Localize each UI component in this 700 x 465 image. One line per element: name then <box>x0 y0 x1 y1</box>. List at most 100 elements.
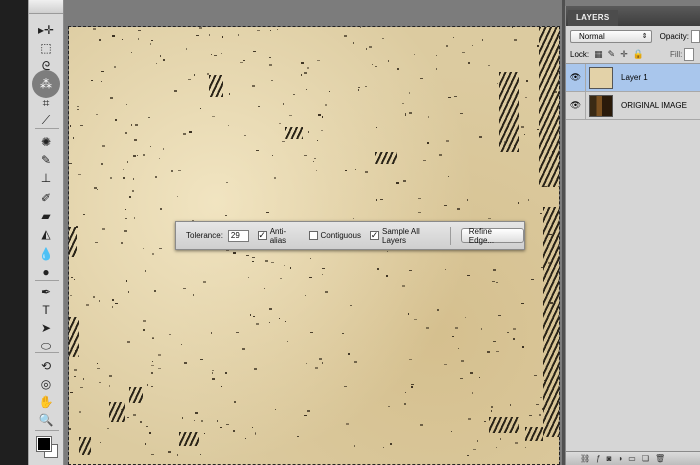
opacity-input[interactable] <box>691 29 700 43</box>
history-brush-icon[interactable]: ✐ <box>34 190 58 206</box>
paper-speck <box>151 40 153 41</box>
paint-bucket-icon[interactable]: ◭ <box>34 226 58 242</box>
paper-speck <box>252 427 253 428</box>
paper-speck <box>150 43 151 45</box>
visibility-eye-icon[interactable]: 👁 <box>566 91 586 120</box>
paper-speck <box>409 112 412 114</box>
paper-speck <box>145 270 146 272</box>
paper-speck <box>158 354 161 356</box>
visibility-eye-icon[interactable]: 👁 <box>566 63 586 92</box>
paper-speck <box>79 411 81 413</box>
layer-style-icon[interactable]: ƒ <box>596 454 600 463</box>
paper-speck <box>439 154 442 156</box>
paper-speck <box>409 270 412 271</box>
anti-alias-checkbox[interactable]: Anti-alias <box>257 227 300 245</box>
type-icon[interactable]: T <box>34 302 58 318</box>
paper-speck <box>181 344 182 345</box>
paper-speck <box>317 60 320 61</box>
paper-speck <box>426 327 429 329</box>
paper-speck <box>382 38 384 39</box>
paper-speck <box>404 403 406 405</box>
paper-speck <box>97 189 98 190</box>
move-tool-icon[interactable]: ▸✛ <box>34 22 58 38</box>
add-mask-icon[interactable]: ◙ <box>607 454 612 463</box>
paper-speck <box>461 360 464 362</box>
blur-icon[interactable]: 💧 <box>34 246 58 262</box>
selected-dark-region <box>79 437 91 455</box>
paper-speck <box>528 199 529 201</box>
lock-transparent-icon[interactable]: ▦ <box>594 49 603 60</box>
blend-mode-arrows-icon: ⇕ <box>641 32 648 40</box>
paper-speck <box>487 351 490 353</box>
paper-speck <box>193 294 194 296</box>
paper-speck <box>457 208 460 210</box>
paper-speck <box>411 384 414 385</box>
paper-speck <box>133 178 134 180</box>
layer-row-layer-1[interactable]: 👁 Layer 1 <box>566 63 700 92</box>
paper-speck <box>329 91 330 92</box>
eyedropper-icon[interactable]: ⟋ <box>34 112 58 128</box>
pen-icon[interactable]: ✒ <box>34 284 58 300</box>
foreground-color-swatch[interactable] <box>36 436 52 452</box>
paper-speck <box>321 130 323 131</box>
paper-speck <box>514 39 517 41</box>
magic-wand-icon[interactable]: ⁂ <box>32 70 60 98</box>
paper-speck <box>124 230 127 232</box>
paper-speck <box>143 154 145 156</box>
paper-speck <box>348 353 350 355</box>
new-group-icon[interactable]: ▭ <box>628 454 636 463</box>
paper-speck <box>467 275 470 276</box>
adjustment-layer-icon[interactable]: ◑ <box>617 454 622 463</box>
new-layer-icon[interactable]: ❏ <box>642 454 649 463</box>
paper-speck <box>133 414 136 416</box>
paper-speck <box>101 163 103 165</box>
contiguous-check-icon[interactable] <box>308 231 318 240</box>
contiguous-checkbox[interactable]: Contiguous <box>308 231 361 240</box>
paper-speck <box>269 57 271 58</box>
tab-layers[interactable]: LAYERS <box>568 10 618 26</box>
paper-speck <box>186 48 187 50</box>
lock-position-icon[interactable]: ✛ <box>620 49 628 60</box>
sample-all-layers-check-icon[interactable] <box>370 231 379 240</box>
paper-speck <box>256 323 259 325</box>
paper-speck <box>402 285 405 287</box>
spot-healing-icon[interactable]: ✺ <box>34 134 58 150</box>
layer-row-original-image[interactable]: 👁 ORIGINAL IMAGE <box>566 91 700 120</box>
crop-icon[interactable]: ⌗ <box>34 95 58 111</box>
clone-stamp-icon[interactable]: ⊥ <box>34 170 58 186</box>
path-selection-icon[interactable]: ➤ <box>34 320 58 336</box>
paper-speck <box>287 341 288 342</box>
lock-all-icon[interactable]: 🔒 <box>633 49 644 60</box>
paper-speck <box>482 39 483 41</box>
paper-speck <box>143 320 146 322</box>
sample-all-layers-checkbox[interactable]: Sample All Layers <box>370 227 441 245</box>
rectangular-marquee-icon[interactable]: ⬚ <box>34 40 58 56</box>
3d-rotate-icon[interactable]: ⟲ <box>34 358 58 374</box>
tolerance-input[interactable]: 29 <box>227 229 249 242</box>
eraser-icon[interactable]: ▰ <box>34 208 58 224</box>
refine-edge-button[interactable]: Refine Edge... <box>460 227 524 245</box>
delete-layer-icon[interactable]: 🗑 <box>655 454 665 463</box>
brush-icon[interactable]: ✎ <box>34 152 58 168</box>
paper-speck <box>521 303 524 304</box>
blend-mode-value: Normal <box>579 31 605 41</box>
paper-speck <box>444 205 447 206</box>
tolerance-label: Tolerance: <box>186 231 223 240</box>
paper-speck <box>479 136 482 138</box>
link-layers-icon[interactable]: ⛓ <box>580 454 590 463</box>
paper-speck <box>305 295 306 296</box>
dodge-icon[interactable]: ● <box>34 264 58 280</box>
hand-icon[interactable]: ✋ <box>34 394 58 410</box>
tools-panel-grip[interactable] <box>29 0 63 14</box>
paper-speck <box>201 420 203 422</box>
zoom-icon[interactable]: 🔍 <box>34 412 58 428</box>
paper-speck <box>388 406 390 407</box>
fill-input[interactable] <box>684 48 695 61</box>
lock-pixels-icon[interactable]: ✎ <box>608 49 616 60</box>
paper-speck <box>209 34 210 36</box>
anti-alias-check-icon[interactable] <box>257 231 267 240</box>
3d-orbit-icon[interactable]: ◎ <box>34 376 58 392</box>
blend-mode-select[interactable]: Normal ⇕ <box>570 29 652 43</box>
paper-speck <box>152 338 154 339</box>
paper-speck <box>140 421 142 423</box>
